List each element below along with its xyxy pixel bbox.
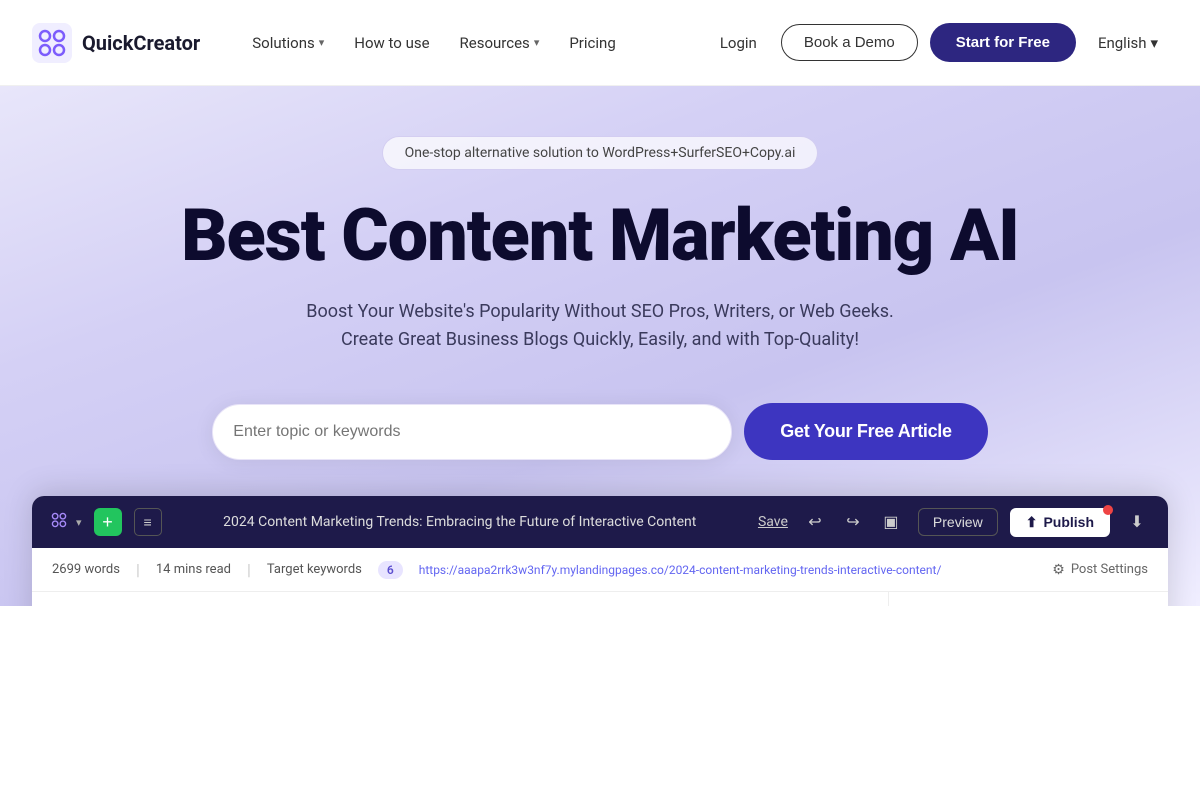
login-button[interactable]: Login — [708, 26, 769, 60]
nav-resources[interactable]: Resources ▾ — [448, 26, 552, 60]
add-block-button[interactable]: + — [94, 508, 122, 536]
editor-preview-area: ▾ + ≡ 2024 Content Marketing Trends: Emb… — [0, 496, 1200, 606]
redo-button[interactable]: ↪ — [838, 507, 868, 537]
language-selector[interactable]: English ▾ — [1088, 26, 1168, 60]
book-demo-button[interactable]: Book a Demo — [781, 24, 918, 61]
topic-input[interactable] — [233, 411, 711, 453]
publish-icon: ⬆ — [1026, 514, 1038, 531]
editor-document-title: 2024 Content Marketing Trends: Embracing… — [174, 514, 746, 530]
logo-text: QuickCreator — [82, 31, 200, 55]
download-button[interactable]: ⬇ — [1122, 507, 1152, 537]
chevron-down-icon: ▾ — [534, 36, 540, 49]
nav-solutions[interactable]: Solutions ▾ — [240, 26, 336, 60]
topic-input-wrapper — [212, 404, 732, 460]
undo-button[interactable]: ↩ — [800, 507, 830, 537]
editor-logo: ▾ — [48, 509, 82, 536]
layout-button[interactable]: ≡ — [134, 508, 162, 536]
logo[interactable]: QuickCreator — [32, 23, 200, 63]
editor-logo-icon — [48, 509, 70, 536]
target-keywords-label: Target keywords — [267, 562, 362, 577]
editor-topbar: ▾ + ≡ 2024 Content Marketing Trends: Emb… — [32, 496, 1168, 548]
publish-notification-dot — [1103, 505, 1113, 515]
chevron-down-icon: ▾ — [1150, 34, 1158, 52]
logo-icon — [32, 23, 72, 63]
nav-how-to-use[interactable]: How to use — [342, 26, 441, 60]
editor-body: 2024 Content Marketing Trends: Embracing… — [32, 592, 1168, 606]
target-keywords-count: 6 — [378, 561, 403, 579]
read-time: 14 mins read — [156, 562, 231, 577]
hero-section: One-stop alternative solution to WordPre… — [0, 86, 1200, 606]
word-count: 2699 words — [52, 562, 120, 577]
layout-icon: ≡ — [143, 514, 151, 530]
hero-subtitle: Boost Your Website's Popularity Without … — [0, 298, 1200, 356]
editor-container: ▾ + ≡ 2024 Content Marketing Trends: Emb… — [32, 496, 1168, 606]
article-url-link[interactable]: https://aaapa2rrk3w3nf7y.mylandingpages.… — [419, 563, 942, 577]
device-toggle-button[interactable]: ▣ — [876, 507, 906, 537]
get-free-article-button[interactable]: Get Your Free Article — [744, 403, 987, 460]
hero-title: Best Content Marketing AI — [0, 198, 1200, 274]
editor-metabar: 2699 words | 14 mins read | Target keywo… — [32, 548, 1168, 592]
navbar: QuickCreator Solutions ▾ How to use Reso… — [0, 0, 1200, 86]
publish-button[interactable]: ⬆ Publish — [1010, 508, 1110, 537]
chevron-down-icon: ▾ — [319, 36, 325, 49]
post-settings-button[interactable]: ⚙ Post Settings — [1052, 562, 1148, 578]
start-free-button[interactable]: Start for Free — [930, 23, 1076, 62]
editor-content-area[interactable]: 2024 Content Marketing Trends: Embracing… — [32, 592, 888, 606]
nav-links: Solutions ▾ How to use Resources ▾ Prici… — [240, 26, 708, 60]
editor-sidebar: Post Settings SEO Status Unpublished — [888, 592, 1168, 606]
nav-pricing[interactable]: Pricing — [557, 26, 627, 60]
editor-actions: ↩ ↪ ▣ — [800, 507, 906, 537]
settings-icon: ⚙ — [1052, 562, 1065, 578]
preview-button[interactable]: Preview — [918, 508, 998, 536]
chevron-down-icon: ▾ — [76, 516, 82, 529]
nav-right: Login Book a Demo Start for Free English… — [708, 23, 1168, 62]
save-button[interactable]: Save — [758, 514, 788, 530]
hero-badge: One-stop alternative solution to WordPre… — [382, 136, 819, 170]
hero-cta: Get Your Free Article — [0, 403, 1200, 460]
